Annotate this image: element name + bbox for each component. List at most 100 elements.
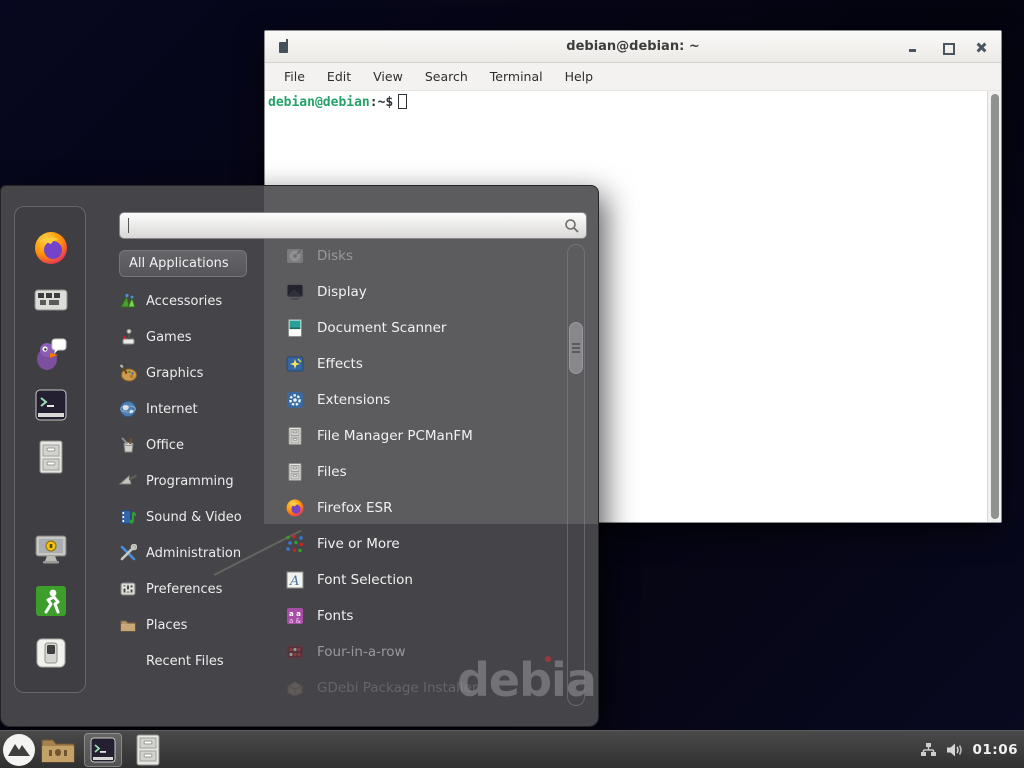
shutdown-switch-icon	[32, 634, 70, 672]
games-icon	[119, 328, 137, 346]
pidgin-icon	[32, 334, 70, 372]
file-manager-icon	[285, 426, 305, 446]
logout-shortcut[interactable]	[32, 582, 70, 620]
app-label: Fonts	[317, 608, 353, 624]
keyboard-shortcut[interactable]	[32, 281, 70, 319]
category-graphics[interactable]: Graphics	[119, 355, 269, 391]
office-icon	[119, 436, 137, 454]
logout-icon	[32, 582, 70, 620]
menu-help[interactable]: Help	[565, 69, 594, 84]
accessories-icon	[119, 292, 137, 310]
search-icon	[564, 218, 580, 234]
app-display[interactable]: Display	[285, 274, 561, 310]
start-menu-button[interactable]	[2, 733, 36, 767]
font-selection-icon: A	[285, 570, 305, 590]
prompt-user: debian@debian	[268, 95, 370, 110]
category-programming[interactable]: Programming	[119, 463, 269, 499]
app-four-in-a-row[interactable]: Four-in-a-row	[285, 634, 561, 670]
all-applications-button[interactable]: All Applications	[119, 250, 247, 277]
category-sound-video[interactable]: Sound & Video	[119, 499, 269, 535]
taskbar-file-manager[interactable]	[40, 735, 76, 765]
app-five-or-more[interactable]: Five or More	[285, 526, 561, 562]
file-manager-shortcut[interactable]	[32, 438, 70, 476]
extensions-icon	[285, 390, 305, 410]
category-label: Preferences	[146, 582, 222, 597]
app-disks[interactable]: Disks	[285, 238, 561, 274]
app-extensions[interactable]: Extensions	[285, 382, 561, 418]
document-scanner-icon	[285, 318, 305, 338]
folder-icon	[40, 735, 76, 765]
menu-search-box[interactable]	[119, 212, 587, 239]
terminal-cursor	[398, 94, 407, 109]
display-icon	[285, 282, 305, 302]
category-preferences[interactable]: Preferences	[119, 571, 269, 607]
app-gdebi-package-installer[interactable]: GDebi Package Installer	[285, 670, 561, 706]
app-firefox-esr[interactable]: Firefox ESR	[285, 490, 561, 526]
app-label: File Manager PCManFM	[317, 428, 473, 444]
shutdown-shortcut[interactable]	[32, 634, 70, 672]
terminal-icon	[89, 736, 117, 764]
app-effects[interactable]: Effects	[285, 346, 561, 382]
app-document-scanner[interactable]: Document Scanner	[285, 310, 561, 346]
effects-icon	[285, 354, 305, 374]
menu-search[interactable]: Search	[425, 69, 468, 84]
volume-icon[interactable]	[946, 742, 964, 758]
category-label: Internet	[146, 402, 198, 417]
scrollbar-thumb[interactable]	[991, 94, 999, 519]
terminal-scrollbar[interactable]	[987, 91, 1001, 522]
category-label: Graphics	[146, 366, 203, 381]
category-label: Accessories	[146, 294, 222, 309]
programming-icon	[119, 472, 137, 490]
app-font-selection[interactable]: A Font Selection	[285, 562, 561, 598]
app-fonts[interactable]: a a a & Fonts	[285, 598, 561, 634]
category-recent-files[interactable]: Recent Files	[119, 643, 269, 679]
category-administration[interactable]: Administration	[119, 535, 269, 571]
firefox-esr-icon	[285, 498, 305, 518]
firefox-shortcut[interactable]	[32, 229, 70, 267]
menu-view[interactable]: View	[373, 69, 403, 84]
menu-edit[interactable]: Edit	[327, 69, 351, 84]
pidgin-shortcut[interactable]	[32, 334, 70, 372]
terminal-icon	[32, 386, 70, 424]
category-games[interactable]: Games	[119, 319, 269, 355]
minimize-button[interactable]	[907, 41, 919, 53]
file-cabinet-icon	[134, 734, 162, 766]
app-files[interactable]: Files	[285, 454, 561, 490]
internet-icon	[119, 400, 137, 418]
category-places[interactable]: Places	[119, 607, 269, 643]
app-label: Document Scanner	[317, 320, 446, 336]
category-label: Games	[146, 330, 191, 345]
menu-file[interactable]: File	[284, 69, 305, 84]
category-office[interactable]: Office	[119, 427, 269, 463]
lock-screen-shortcut[interactable]	[32, 530, 70, 568]
search-input[interactable]	[129, 218, 564, 233]
application-menu: debian	[0, 185, 599, 727]
window-title: debian@debian: ~	[265, 39, 1001, 54]
network-icon[interactable]	[920, 742, 937, 758]
clock[interactable]: 01:06	[973, 742, 1018, 758]
fonts-icon: a a a &	[285, 606, 305, 626]
graphics-icon	[119, 364, 137, 382]
disks-icon	[285, 246, 305, 266]
app-label: Files	[317, 464, 347, 480]
menu-scrollbar-thumb[interactable]	[569, 322, 583, 374]
terminal-titlebar[interactable]: debian@debian: ~	[265, 31, 1001, 63]
files-icon	[285, 462, 305, 482]
taskbar-archive-manager[interactable]	[134, 734, 162, 766]
maximize-button[interactable]	[941, 41, 953, 53]
app-file-manager-pcmanfm[interactable]: File Manager PCManFM	[285, 418, 561, 454]
taskbar: 01:06	[0, 730, 1024, 768]
close-button[interactable]	[975, 41, 987, 53]
menu-scrollbar-track[interactable]	[567, 244, 585, 706]
category-label: Recent Files	[146, 654, 224, 669]
category-label: Places	[146, 618, 187, 633]
category-internet[interactable]: Internet	[119, 391, 269, 427]
five-or-more-icon	[285, 534, 305, 554]
screensaver-lock-icon	[32, 530, 70, 568]
menu-terminal[interactable]: Terminal	[490, 69, 543, 84]
app-label: Disks	[317, 248, 353, 264]
terminal-shortcut[interactable]	[32, 386, 70, 424]
taskbar-terminal-active[interactable]	[84, 733, 122, 767]
category-accessories[interactable]: Accessories	[119, 283, 269, 319]
favorites-panel	[14, 206, 86, 693]
